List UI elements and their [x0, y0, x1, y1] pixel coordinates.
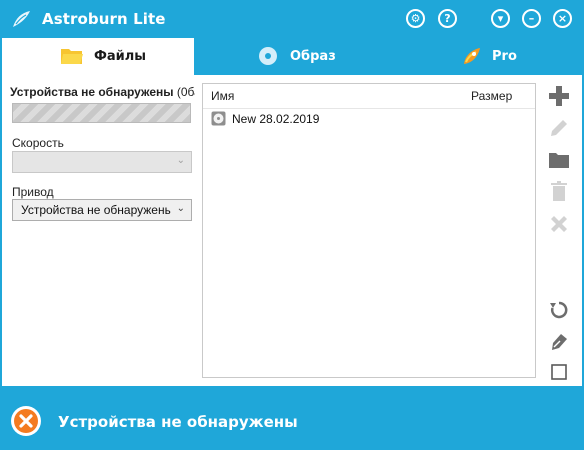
- disc-icon: [211, 111, 226, 126]
- window-title: Astroburn Lite: [42, 10, 166, 28]
- tab-pro[interactable]: Pro: [390, 38, 582, 75]
- rocket-icon: [464, 48, 480, 64]
- trash-icon[interactable]: [548, 181, 570, 203]
- file-list-header: Имя Размер: [203, 84, 535, 109]
- speed-select[interactable]: ⌄: [12, 151, 192, 173]
- folder-icon: [61, 49, 83, 64]
- burn-progress-bar: [12, 103, 191, 123]
- status-message: Устройства не обнаружены: [58, 413, 298, 431]
- menu-button[interactable]: ▾: [491, 9, 510, 28]
- drive-value: Устройства не обнаружены: [21, 203, 171, 217]
- error-icon: [11, 406, 41, 436]
- erase-icon[interactable]: [548, 331, 570, 353]
- drive-label: Привод: [12, 185, 54, 199]
- settings-button[interactable]: ⚙: [406, 9, 425, 28]
- column-size[interactable]: Размер: [471, 89, 512, 103]
- chevron-down-icon: ⌄: [176, 155, 185, 166]
- file-list-row[interactable]: New 28.02.2019: [209, 110, 509, 128]
- title-bar: Astroburn Lite ⚙ ? ▾ – ×: [0, 0, 584, 38]
- checkbox-icon[interactable]: [548, 361, 570, 383]
- minimize-button[interactable]: –: [522, 9, 541, 28]
- help-button[interactable]: ?: [438, 9, 457, 28]
- tab-image-label: Образ: [290, 49, 336, 64]
- tab-files[interactable]: Файлы: [2, 38, 194, 75]
- device-status-line: Устройства не обнаружены (0бай: [10, 85, 195, 99]
- tab-bar: Файлы Образ Pro: [0, 38, 584, 75]
- tab-pro-label: Pro: [492, 49, 517, 64]
- device-status: Устройства не обнаружены: [10, 85, 174, 99]
- disc-icon: [259, 47, 277, 65]
- folder-icon[interactable]: [548, 149, 570, 171]
- status-bar: Устройства не обнаружены: [0, 388, 584, 450]
- close-button[interactable]: ×: [553, 9, 572, 28]
- file-list[interactable]: Имя Размер New 28.02.2019: [202, 83, 536, 378]
- remove-icon[interactable]: [548, 213, 570, 235]
- main-panel: Устройства не обнаружены (0бай Скорость …: [2, 75, 582, 386]
- file-name: New 28.02.2019: [232, 112, 320, 126]
- rename-icon[interactable]: [548, 117, 570, 139]
- drive-select[interactable]: Устройства не обнаружены ⌄: [12, 199, 192, 221]
- chevron-down-icon: ⌄: [176, 203, 185, 214]
- column-name[interactable]: Имя: [211, 89, 234, 103]
- astroburn-logo-icon: [13, 11, 30, 27]
- speed-label: Скорость: [12, 136, 64, 150]
- tab-image[interactable]: Образ: [196, 38, 388, 75]
- device-size: (0бай: [176, 85, 195, 99]
- refresh-icon[interactable]: [548, 299, 570, 321]
- add-icon[interactable]: [548, 85, 570, 107]
- tab-files-label: Файлы: [94, 49, 147, 64]
